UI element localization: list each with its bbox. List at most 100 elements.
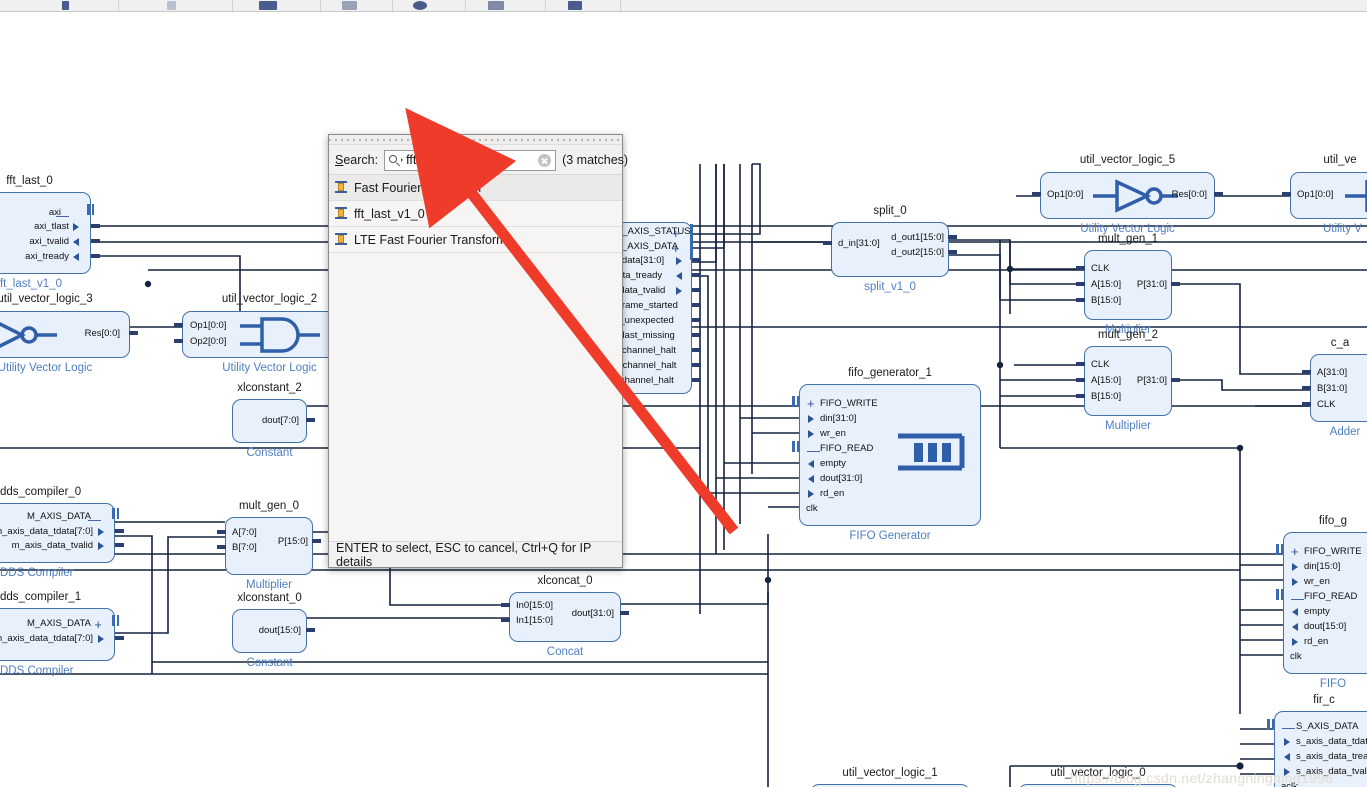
pin-dout[interactable]: dout[7:0] xyxy=(262,416,299,426)
pin-din[interactable]: din[31:0] xyxy=(820,414,856,424)
bus-collapse-icon[interactable]: — xyxy=(56,209,69,222)
pin-m-axis-data-tdata[interactable]: m_axis_data_tdata[7:0] xyxy=(0,527,93,537)
block-c-addsub-0[interactable]: c_a A[31:0] B[31:0] CLK Adder xyxy=(1302,337,1367,438)
pin-event-frame-started[interactable]: _frame_started xyxy=(614,301,678,311)
pin-fifo-read[interactable]: FIFO_READ xyxy=(820,444,873,454)
pin-axi-tready[interactable]: axi_tready xyxy=(25,252,69,262)
pin-axi-tvalid[interactable]: axi_tvalid xyxy=(29,237,69,247)
block-split-0[interactable]: split_0 d_in[31:0] d_out1[15:0] d_out2[1… xyxy=(823,205,957,293)
bus-expand-icon[interactable]: + xyxy=(1291,545,1299,558)
block-xfft-0[interactable]: S_AXIS_STATUS + M_AXIS_DATA + _tdata[31:… xyxy=(612,222,701,394)
block-fft-last-0[interactable]: fft_last_0 clk t_n axi axi_tlast axi_tva… xyxy=(0,175,100,290)
list-item[interactable]: Fast Fourier Transform xyxy=(329,175,622,201)
block-dds-compiler-1[interactable]: dds_compiler_1 M_AXIS_DATA + m_axis_data… xyxy=(0,591,124,677)
block-design-canvas[interactable]: fft_last_0 clk t_n axi axi_tlast axi_tva… xyxy=(0,14,1367,787)
bus-collapse-icon[interactable]: — xyxy=(88,513,101,526)
pin-op1[interactable]: Op1[0:0] xyxy=(1047,190,1083,200)
pin-s-axis-data-tready[interactable]: s_axis_data_tready xyxy=(1296,752,1367,762)
pin-clk[interactable]: CLK xyxy=(1091,264,1109,274)
toolbar-icon-6[interactable] xyxy=(488,1,504,10)
pin-b[interactable]: B[15:0] xyxy=(1091,296,1121,306)
bus-expand-icon[interactable]: + xyxy=(672,242,680,255)
bus-expand-icon[interactable]: + xyxy=(807,397,815,410)
pin-dout[interactable]: dout[15:0] xyxy=(259,626,301,636)
toolbar-icon-1[interactable] xyxy=(62,1,69,10)
pin-b[interactable]: B[31:0] xyxy=(1317,384,1347,394)
block-mult-gen-1[interactable]: mult_gen_1 CLK A[15:0] B[15:0] P[31:0] M… xyxy=(1076,233,1180,336)
pin-m-axis-data-tdata[interactable]: m_axis_data_tdata[7:0] xyxy=(0,634,93,644)
bus-collapse-icon[interactable]: — xyxy=(1291,592,1304,605)
toolbar-icon-4[interactable] xyxy=(342,1,357,10)
bus-collapse-icon[interactable]: — xyxy=(807,444,820,457)
pin-s-axis-data[interactable]: S_AXIS_DATA xyxy=(1296,722,1358,732)
bus-expand-icon[interactable]: + xyxy=(94,618,102,631)
pin-d-out1[interactable]: d_out1[15:0] xyxy=(891,233,944,243)
toolbar-icon-2[interactable] xyxy=(167,1,176,10)
bus-expand-icon[interactable]: + xyxy=(672,227,680,240)
pin-fifo-write[interactable]: FIFO_WRITE xyxy=(1304,547,1362,557)
pin-din[interactable]: din[15:0] xyxy=(1304,562,1340,572)
list-item[interactable]: fft_last_v1_0 xyxy=(329,201,622,227)
block-mult-gen-0[interactable]: mult_gen_0 A[7:0] B[7:0] P[15:0] Multipl… xyxy=(217,500,321,591)
dialog-drag-handle[interactable] xyxy=(329,135,622,145)
block-xlconcat-0[interactable]: xlconcat_0 In0[15:0] In1[15:0] dout[31:0… xyxy=(501,575,629,658)
toolbar-icon-5[interactable] xyxy=(413,1,427,10)
pin-m-axis-data[interactable]: M_AXIS_DATA xyxy=(27,619,91,629)
toolbar[interactable] xyxy=(0,0,1367,12)
block-fifo-generator-1[interactable]: fifo_generator_1 + FIFO_WRITE din[31:0] … xyxy=(792,367,981,542)
block-xlconstant-0[interactable]: xlconstant_0 dout[15:0] Constant xyxy=(232,592,315,669)
pin-axi-tlast[interactable]: axi_tlast xyxy=(34,222,69,232)
search-input[interactable]: fft xyxy=(384,149,557,171)
pin-p[interactable]: P[31:0] xyxy=(1137,376,1167,386)
clear-icon[interactable] xyxy=(538,153,552,167)
pin-b[interactable]: B[7:0] xyxy=(232,543,257,553)
search-input-value[interactable]: fft xyxy=(406,153,534,167)
pin-dout[interactable]: dout[15:0] xyxy=(1304,622,1346,632)
list-item[interactable]: LTE Fast Fourier Transform xyxy=(329,227,622,253)
block-dds-compiler-0[interactable]: dds_compiler_0 M_AXIS_DATA — m_axis_data… xyxy=(0,486,124,579)
pin-fifo-read[interactable]: FIFO_READ xyxy=(1304,592,1357,602)
block-util-vector-logic-3[interactable]: util_vector_logic_3 Res[0:0] Utility Vec… xyxy=(0,293,138,374)
ip-search-dialog[interactable]: Search: fft (3 matches) Fast Fourier Tra… xyxy=(328,134,628,569)
pin-b[interactable]: B[15:0] xyxy=(1091,392,1121,402)
pin-p[interactable]: P[15:0] xyxy=(278,537,308,547)
pin-a[interactable]: A[7:0] xyxy=(232,528,257,538)
pin-rd-en[interactable]: rd_en xyxy=(820,489,844,499)
toolbar-icon-7[interactable] xyxy=(568,1,582,10)
pin-clk[interactable]: clk xyxy=(1290,652,1302,662)
pin-wr-en[interactable]: wr_en xyxy=(1304,577,1330,587)
block-util-vector-logic-5[interactable]: util_vector_logic_5 Op1[0:0] Res[0:0] Ut… xyxy=(1032,154,1223,235)
pin-op1[interactable]: Op1[0:0] xyxy=(1297,190,1333,200)
pin-m-axis-data-tvalid[interactable]: m_axis_data_tvalid xyxy=(12,541,93,551)
pin-s-axis-data-tdata[interactable]: s_axis_data_tdata xyxy=(1296,737,1367,747)
pin-a[interactable]: A[15:0] xyxy=(1091,376,1121,386)
pin-d-in[interactable]: d_in[31:0] xyxy=(838,239,880,249)
pin-dout[interactable]: dout[31:0] xyxy=(572,609,614,619)
block-fifo-generator-0[interactable]: fifo_g + FIFO_WRITE din[15:0] wr_en — FI… xyxy=(1276,515,1367,690)
pin-p[interactable]: P[31:0] xyxy=(1137,280,1167,290)
pin-op2[interactable]: Op2[0:0] xyxy=(190,337,226,347)
pin-fifo-write[interactable]: FIFO_WRITE xyxy=(820,399,878,409)
pin-a[interactable]: A[15:0] xyxy=(1091,280,1121,290)
pin-d-out2[interactable]: d_out2[15:0] xyxy=(891,248,944,258)
pin-op1[interactable]: Op1[0:0] xyxy=(190,321,226,331)
pin-empty[interactable]: empty xyxy=(1304,607,1330,617)
pin-dout[interactable]: dout[31:0] xyxy=(820,474,862,484)
bus-collapse-icon[interactable]: — xyxy=(1282,721,1295,734)
pin-rd-en[interactable]: rd_en xyxy=(1304,637,1328,647)
pin-in0[interactable]: In0[15:0] xyxy=(516,601,553,611)
pin-clk[interactable]: CLK xyxy=(1091,360,1109,370)
search-results-list[interactable]: Fast Fourier Transform fft_last_v1_0 LTE… xyxy=(329,174,622,542)
pin-clk[interactable]: CLK xyxy=(1317,400,1335,410)
block-xlconstant-2[interactable]: xlconstant_2 dout[7:0] Constant xyxy=(232,382,315,459)
pin-res[interactable]: Res[0:0] xyxy=(85,329,120,339)
pin-empty[interactable]: empty xyxy=(820,459,846,469)
pin-res[interactable]: Res[0:0] xyxy=(1172,190,1207,200)
pin-m-axis-data[interactable]: M_AXIS_DATA xyxy=(614,242,678,252)
toolbar-icon-3[interactable] xyxy=(259,1,277,10)
pin-a[interactable]: A[31:0] xyxy=(1317,368,1347,378)
pin-wr-en[interactable]: wr_en xyxy=(820,429,846,439)
pin-in1[interactable]: In1[15:0] xyxy=(516,616,553,626)
block-mult-gen-2[interactable]: mult_gen_2 CLK A[15:0] B[15:0] P[31:0] M… xyxy=(1076,329,1180,432)
pin-m-axis-data[interactable]: M_AXIS_DATA xyxy=(27,512,91,522)
